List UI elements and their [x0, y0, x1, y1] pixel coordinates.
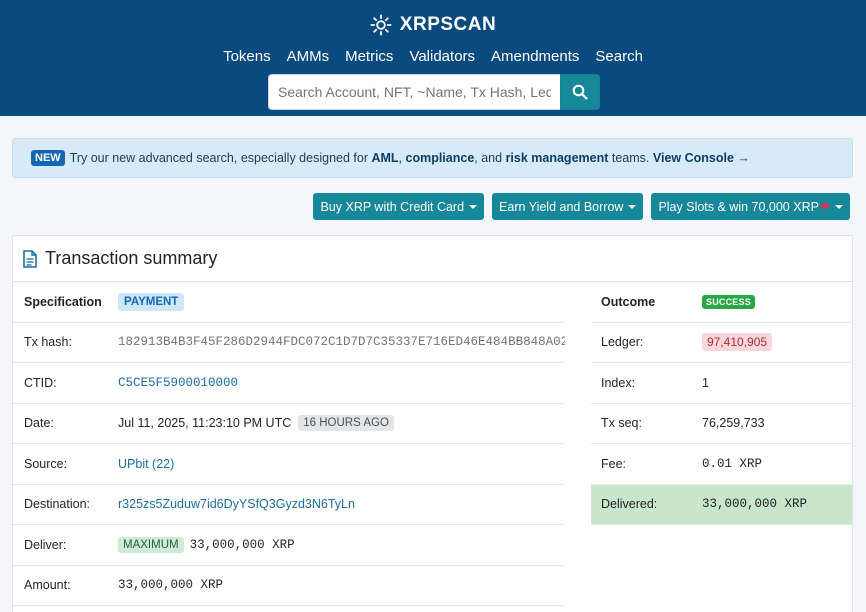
- tx-seq-label: Tx seq:: [601, 416, 642, 431]
- source-label: Source:: [24, 456, 68, 471]
- caret-down-icon: [628, 204, 637, 209]
- destination-link[interactable]: r325zs5Zuduw7id6DyYSfQ3Gyzd3N6TyLn: [118, 497, 355, 511]
- view-console-link[interactable]: View Console →: [653, 151, 750, 165]
- table-row: Ledger: 97,410,905: [591, 323, 852, 363]
- nav-validators[interactable]: Validators: [401, 48, 483, 65]
- table-row: Index: 1: [591, 363, 852, 404]
- ledger-link[interactable]: 97,410,905: [702, 333, 773, 352]
- index-label: Index:: [601, 375, 636, 390]
- nav-metrics[interactable]: Metrics: [337, 48, 401, 65]
- success-badge: SUCCESS: [702, 294, 755, 309]
- buy-xrp-dropdown[interactable]: Buy XRP with Credit Card: [313, 193, 485, 220]
- play-slots-label: Play Slots & win 70,000 XRP: [658, 199, 819, 214]
- banner-aml: AML: [371, 151, 399, 165]
- search-button[interactable]: [560, 74, 600, 110]
- new-badge: NEW: [31, 150, 65, 166]
- transaction-summary-card: Transaction summary Specification PAYMEN…: [12, 235, 853, 612]
- document-icon: [23, 249, 37, 268]
- brand-name: XRPSCAN: [399, 14, 497, 35]
- nav-amms[interactable]: AMMs: [279, 48, 338, 65]
- fee-value: 0.01 XRP: [702, 456, 763, 471]
- banner-text-2: teams.: [608, 151, 653, 165]
- index-value: 1: [702, 375, 709, 390]
- search-bar: [268, 74, 600, 110]
- amount-value: 33,000,000 XRP: [118, 578, 224, 593]
- outcome-label: Outcome: [601, 294, 656, 309]
- site-header: XRPSCAN Tokens AMMs Metrics Validators A…: [0, 0, 866, 116]
- table-row: Fee: 0.01 XRP: [591, 444, 852, 485]
- table-row: Outcome SUCCESS: [591, 282, 852, 323]
- heart-icon: ❤: [819, 199, 830, 214]
- play-slots-dropdown[interactable]: Play Slots & win 70,000 XRP ❤: [651, 193, 850, 220]
- tx-hash-label: Tx hash:: [24, 335, 72, 350]
- buy-xrp-label: Buy XRP with Credit Card: [320, 199, 465, 214]
- banner-sep-2: , and: [474, 151, 506, 165]
- card-header: Transaction summary: [23, 248, 217, 269]
- earn-yield-label: Earn Yield and Borrow: [499, 199, 624, 214]
- table-row: Date: Jul 11, 2025, 11:23:10 PM UTC 16 H…: [13, 404, 565, 444]
- banner-risk: risk management: [505, 151, 609, 165]
- banner-compliance: compliance: [405, 151, 475, 165]
- deliver-label: Deliver:: [24, 537, 67, 552]
- card-title: Transaction summary: [45, 248, 218, 268]
- specification-label: Specification: [24, 294, 102, 309]
- date-value: Jul 11, 2025, 11:23:10 PM UTC: [118, 416, 292, 431]
- table-row: Destination: r325zs5Zuduw7id6DyYSfQ3Gyzd…: [13, 485, 565, 525]
- brand-logo[interactable]: XRPSCAN: [0, 14, 866, 36]
- table-row: Amount: 33,000,000 XRP: [13, 566, 565, 606]
- nav-search[interactable]: Search: [587, 48, 651, 65]
- ctid-label: CTID:: [24, 375, 57, 390]
- destination-label: Destination:: [24, 497, 91, 512]
- banner-sep-1: ,: [398, 151, 406, 165]
- table-row: Deliver: MAXIMUM 33,000,000 XRP: [13, 525, 565, 566]
- delivered-label: Delivered:: [601, 497, 658, 512]
- time-ago-badge: 16 HOURS AGO: [298, 415, 394, 432]
- ctid-link[interactable]: C5CE5F5900010000: [118, 376, 238, 390]
- banner-text: Try our new advanced search, especially …: [69, 151, 372, 165]
- table-row: Delivered: 33,000,000 XRP: [591, 484, 852, 525]
- table-row: Tx hash: 182913B4B3F45F286D2944FDC072C1D…: [13, 323, 565, 363]
- fee-label: Fee:: [601, 456, 627, 471]
- amount-label: Amount:: [24, 578, 71, 593]
- nav-amendments[interactable]: Amendments: [483, 48, 587, 65]
- delivered-value: 33,000,000 XRP: [702, 497, 808, 512]
- ledger-label: Ledger:: [601, 335, 644, 350]
- tx-seq-value: 76,259,733: [702, 416, 765, 431]
- caret-down-icon: [469, 204, 478, 209]
- outcome-table: Outcome SUCCESS Ledger: 97,410,905 Index…: [591, 282, 852, 525]
- payment-badge: PAYMENT: [118, 292, 185, 311]
- main-nav: Tokens AMMs Metrics Validators Amendment…: [0, 48, 866, 65]
- search-icon: [572, 84, 588, 100]
- deliver-value: 33,000,000 XRP: [189, 537, 295, 552]
- announcement-banner: NEW Try our new advanced search, especia…: [12, 138, 853, 178]
- search-input[interactable]: [268, 74, 560, 110]
- maximum-badge: MAXIMUM: [118, 536, 184, 553]
- table-row: CTID: C5CE5F5900010000: [13, 363, 565, 404]
- table-row: Tx seq: 76,259,733: [591, 404, 852, 444]
- tx-hash-value[interactable]: 182913B4B3F45F286D2944FDC072C1D7D7C35337…: [118, 335, 565, 349]
- table-row: Source: UPbit (22): [13, 444, 565, 485]
- sun-icon: [370, 14, 392, 36]
- details-table: Specification PAYMENT Tx hash: 182913B4B…: [13, 282, 565, 606]
- source-link[interactable]: UPbit (22): [118, 457, 174, 471]
- earn-yield-dropdown[interactable]: Earn Yield and Borrow: [492, 193, 644, 220]
- nav-tokens[interactable]: Tokens: [215, 48, 279, 65]
- date-label: Date:: [24, 416, 54, 431]
- table-row: Specification PAYMENT: [13, 282, 565, 323]
- caret-down-icon: [835, 204, 843, 209]
- promo-dropdowns: Buy XRP with Credit Card Earn Yield and …: [313, 193, 850, 220]
